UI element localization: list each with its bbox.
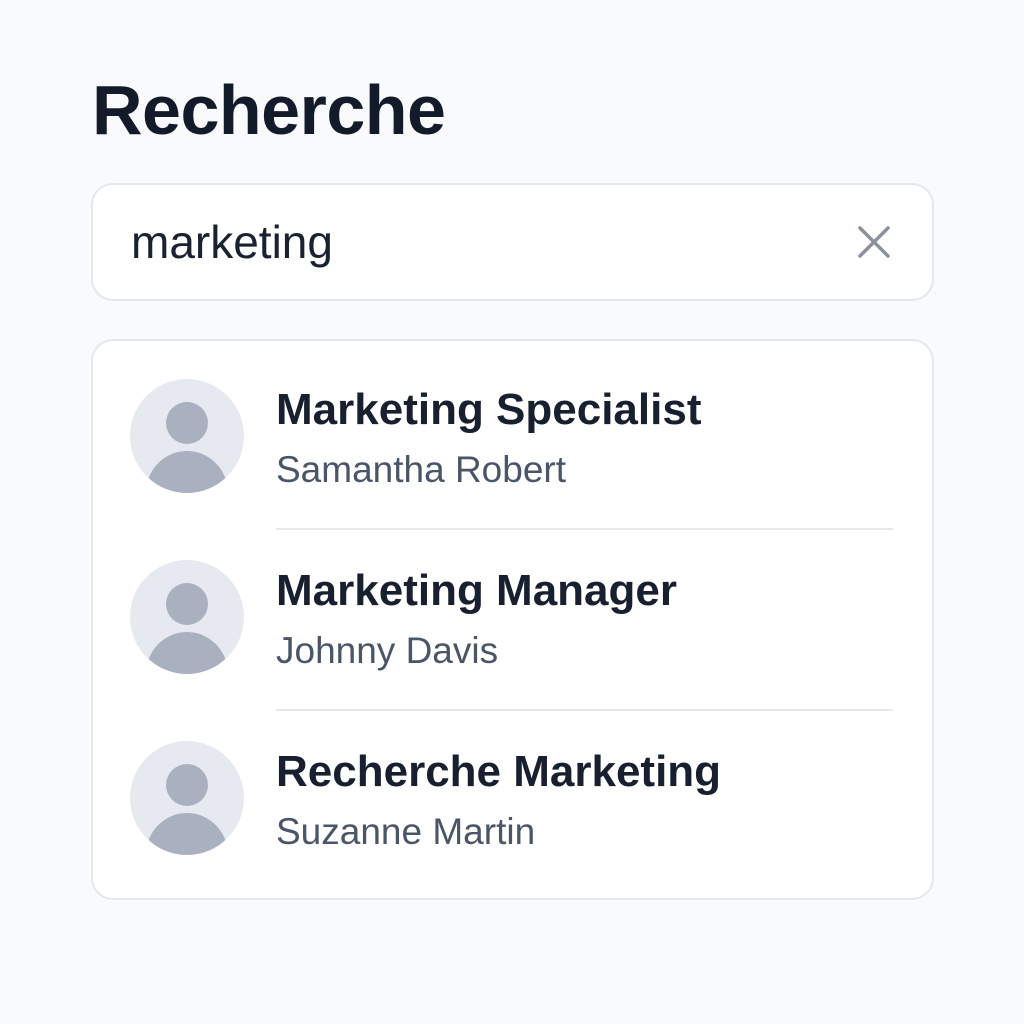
page-title: Recherche (92, 71, 446, 149)
avatar (130, 560, 244, 674)
result-title: Marketing Specialist (276, 385, 702, 434)
user-avatar-icon (146, 583, 228, 674)
user-avatar-icon (146, 764, 228, 855)
avatar (130, 379, 244, 493)
search-input[interactable] (93, 215, 834, 269)
list-item[interactable]: Marketing Specialist Samantha Robert (93, 341, 932, 530)
list-item[interactable]: Recherche Marketing Suzanne Martin (93, 703, 932, 884)
search-box (91, 183, 934, 301)
result-name: Samantha Robert (276, 449, 567, 490)
clear-search-button[interactable] (834, 202, 914, 282)
user-avatar-icon (146, 402, 228, 493)
close-icon (858, 226, 890, 258)
result-name: Suzanne Martin (276, 811, 536, 852)
search-results-list: Marketing Specialist Samantha Robert Mar… (91, 339, 934, 900)
result-title: Marketing Manager (276, 566, 677, 615)
list-item[interactable]: Marketing Manager Johnny Davis (93, 522, 932, 711)
avatar (130, 741, 244, 855)
result-name: Johnny Davis (276, 630, 499, 671)
result-title: Recherche Marketing (276, 747, 722, 796)
search-page: Recherche Marketing Specialist Samantha … (0, 0, 1024, 1024)
